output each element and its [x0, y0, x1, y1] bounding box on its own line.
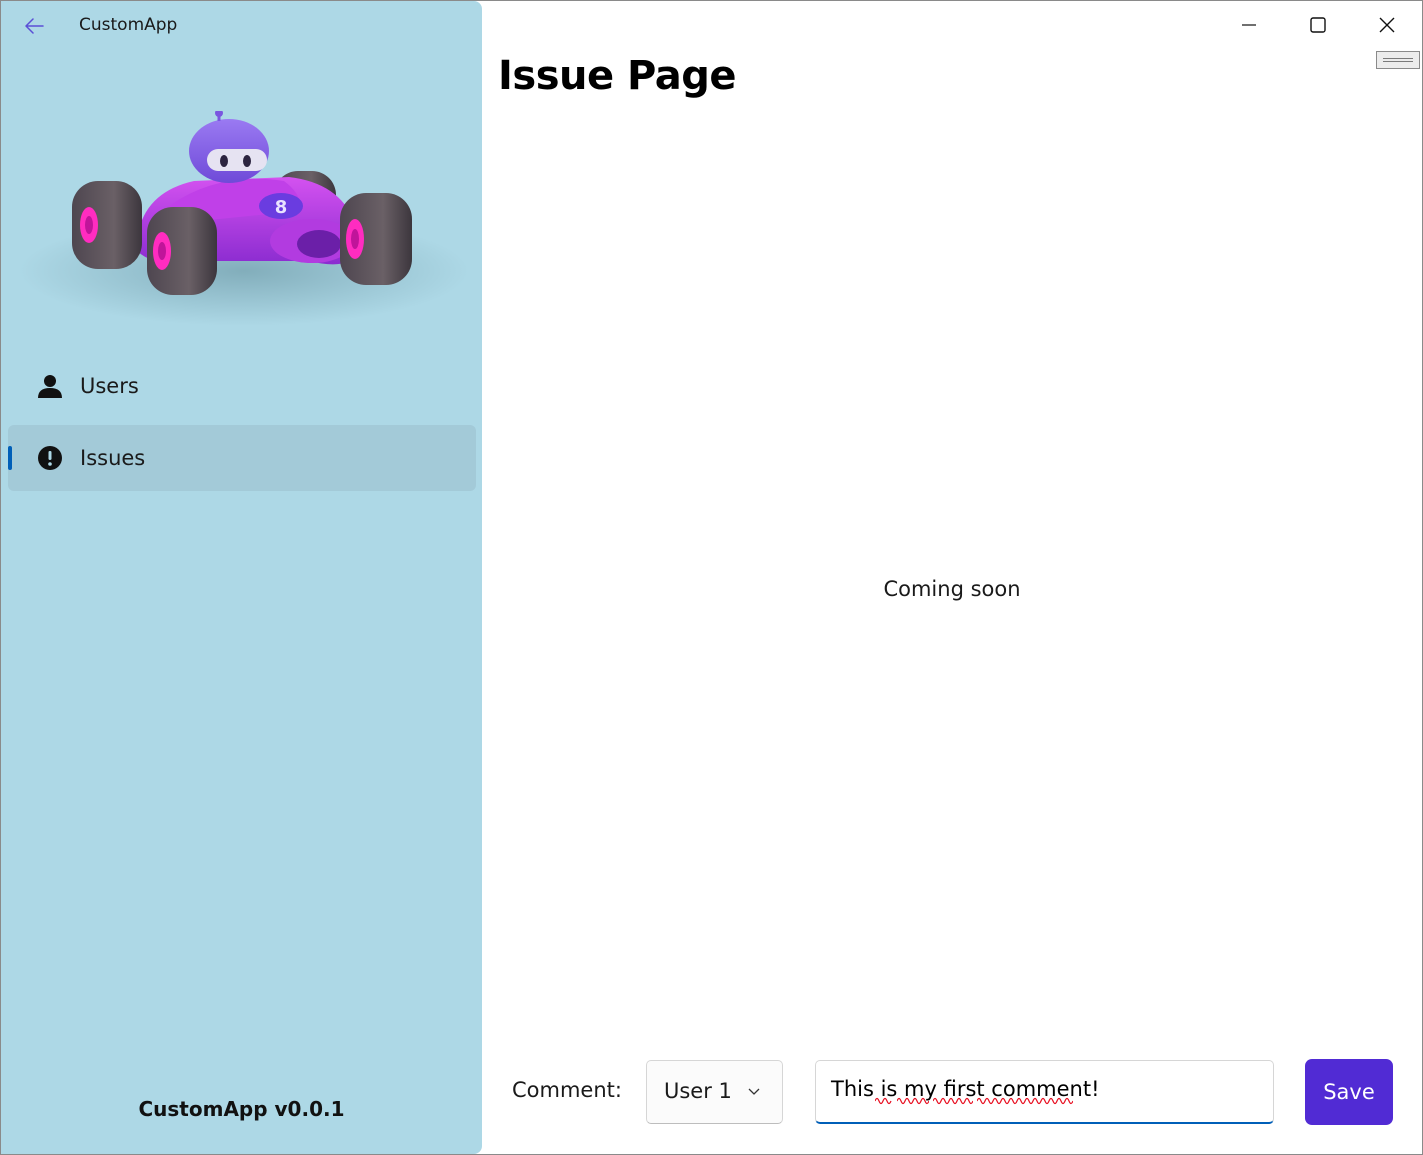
exclamation-icon — [37, 445, 63, 471]
close-icon — [1379, 17, 1395, 33]
chevron-down-icon — [748, 1088, 760, 1095]
sidebar: CustomApp 8 Users Issues CustomApp v0.0.… — [1, 1, 482, 1154]
user-select[interactable]: User 1 — [646, 1060, 783, 1124]
minimize-icon — [1242, 24, 1256, 26]
app-version: CustomApp v0.0.1 — [138, 1097, 345, 1121]
svg-text:8: 8 — [275, 197, 288, 218]
app-title: CustomApp — [79, 15, 178, 35]
maximize-button[interactable] — [1284, 1, 1352, 49]
spellcheck-underline — [933, 1097, 973, 1105]
maximize-icon — [1310, 17, 1326, 33]
person-icon — [37, 373, 63, 399]
close-button[interactable] — [1353, 1, 1421, 49]
comment-input[interactable]: This is my first comment! — [815, 1060, 1274, 1124]
minimize-button[interactable] — [1215, 1, 1283, 49]
race-car-logo: 8 — [19, 111, 469, 326]
back-arrow-icon — [25, 18, 44, 34]
back-button[interactable] — [17, 11, 51, 41]
save-button[interactable]: Save — [1305, 1059, 1393, 1125]
spellcheck-underline — [875, 1097, 892, 1105]
comment-label: Comment: — [512, 1078, 622, 1102]
spellcheck-underline — [977, 1097, 1073, 1105]
app-window: CustomApp 8 Users Issues CustomApp v0.0.… — [0, 0, 1423, 1155]
sidebar-item-label: Issues — [80, 446, 146, 470]
selection-indicator — [8, 446, 12, 470]
sidebar-item-users[interactable]: Users — [8, 353, 476, 419]
coming-soon-text: Coming soon — [883, 577, 1021, 601]
user-select-value: User 1 — [664, 1079, 732, 1103]
spellcheck-underline — [897, 1097, 929, 1105]
sidebar-item-label: Users — [80, 374, 139, 398]
resize-handle[interactable] — [1376, 51, 1420, 69]
sidebar-item-issues[interactable]: Issues — [8, 425, 476, 491]
page-title: Issue Page — [498, 53, 737, 99]
